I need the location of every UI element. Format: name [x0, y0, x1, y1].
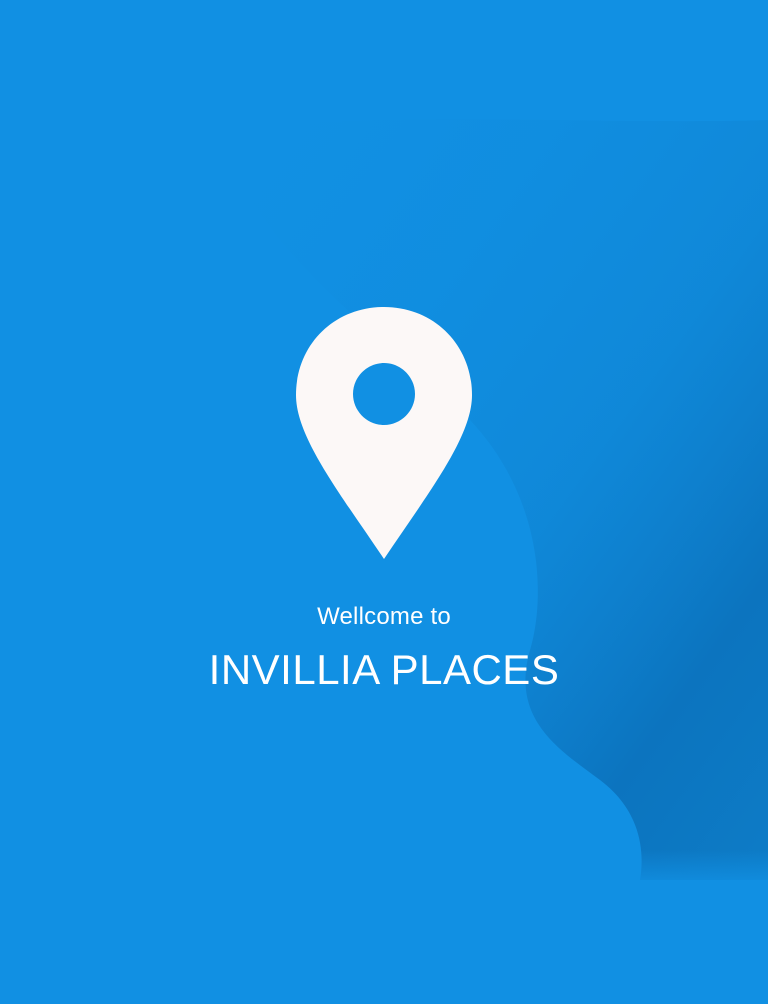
splash-screen: Wellcome to INVILLIA PLACES: [0, 0, 768, 1004]
location-pin-icon: [296, 307, 472, 559]
app-name-title: INVILLIA PLACES: [208, 646, 560, 693]
welcome-text: Wellcome to: [317, 603, 451, 630]
